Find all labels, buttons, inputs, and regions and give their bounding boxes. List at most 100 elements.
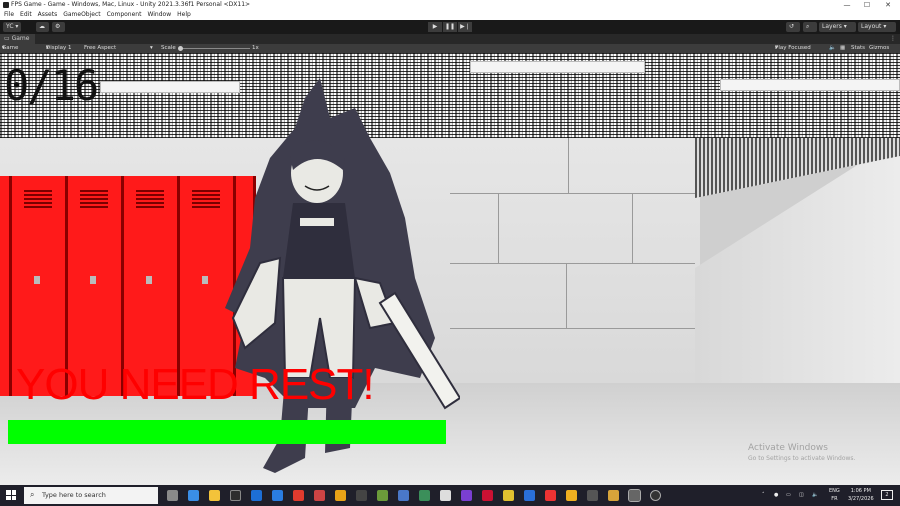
history-icon[interactable]: ↺ (786, 22, 800, 32)
menu-gameobject[interactable]: GameObject (63, 10, 100, 20)
clock-time: 1:06 PM (850, 488, 871, 494)
volume-icon[interactable]: 🔈 (812, 491, 818, 499)
app-icon[interactable] (524, 490, 535, 501)
app-icon[interactable] (188, 490, 199, 501)
app-icon[interactable] (356, 490, 367, 501)
lang-secondary: FR (831, 496, 838, 502)
ceiling-light (720, 79, 900, 91)
step-button[interactable]: ▶❘ (458, 22, 472, 32)
tab-game[interactable]: ▭ Game (0, 34, 36, 44)
mute-icon[interactable]: 🔈 (829, 44, 836, 53)
layout-label: Layout (861, 23, 882, 30)
aspect-chevron-icon[interactable]: ▾ (150, 44, 153, 53)
tab-game-label: Game (11, 35, 30, 42)
grid-icon[interactable]: ▦ (840, 44, 845, 53)
network-icon[interactable]: ◫ (799, 491, 804, 499)
locker (0, 176, 12, 396)
collectible-counter: 0/16 (4, 61, 99, 110)
app-icon[interactable] (272, 490, 283, 501)
scale-slider-knob[interactable] (178, 46, 183, 51)
minimize-button[interactable]: — (836, 0, 858, 10)
menu-window[interactable]: Window (147, 10, 171, 20)
game-view[interactable]: 0/16 YOU NEED REST! Activate Windows Go … (0, 53, 900, 485)
tab-menu-icon[interactable]: ⋮ (890, 34, 896, 44)
scale-value: 1x (252, 45, 259, 51)
clock[interactable]: 1:06 PM 3/27/2026 (848, 487, 874, 503)
app-icon[interactable] (566, 490, 577, 501)
app-icon[interactable] (461, 490, 472, 501)
app-icon[interactable] (650, 490, 661, 501)
taskbar-search-input[interactable]: ⌕ Type here to search (24, 487, 158, 504)
layers-label: Layers (822, 23, 842, 30)
mail-icon[interactable] (251, 490, 262, 501)
layers-dropdown[interactable]: Layers ▾ (819, 22, 856, 32)
activation-watermark-title: Activate Windows (748, 443, 828, 453)
app-icon[interactable] (440, 490, 451, 501)
file-explorer-icon[interactable] (209, 490, 220, 501)
stamina-fill (8, 420, 446, 444)
app-icon[interactable] (314, 490, 325, 501)
play-focused-dropdown[interactable]: Play Focused ▾ (775, 44, 811, 53)
app-icon[interactable] (419, 490, 430, 501)
menu-help[interactable]: Help (177, 10, 191, 20)
account-dropdown[interactable]: YC ▾ (3, 22, 22, 32)
unity-icon (3, 2, 9, 8)
window-title: FPS Game - Game - Windows, Mac, Linux - … (11, 1, 251, 8)
input-language[interactable]: ENG FR (829, 487, 840, 503)
wall-line (450, 193, 695, 194)
play-focused-label: Play Focused (775, 45, 811, 51)
scale-slider-track[interactable] (180, 48, 250, 49)
wall-line (498, 193, 499, 263)
display-dropdown[interactable]: Display 1 ▾ (46, 44, 72, 53)
app-icon[interactable] (587, 490, 598, 501)
close-button[interactable]: ✕ (877, 0, 899, 10)
scale-label: Scale (161, 45, 176, 51)
app-icon[interactable] (293, 490, 304, 501)
collab-icon[interactable]: ⚙ (52, 22, 65, 32)
app-icon[interactable] (545, 490, 556, 501)
stamina-bar (8, 420, 446, 444)
task-view-icon[interactable] (167, 490, 178, 501)
taskbar-apps (162, 485, 666, 506)
need-rest-message: YOU NEED REST! (16, 360, 375, 409)
search-icon[interactable]: ⌕ (803, 22, 817, 32)
lang-primary: ENG (829, 488, 840, 494)
menu-file[interactable]: File (4, 10, 14, 20)
store-icon[interactable] (230, 490, 241, 501)
layout-dropdown[interactable]: Layout ▾ (858, 22, 896, 32)
microphone-icon[interactable]: ● (774, 491, 778, 499)
app-icon[interactable] (398, 490, 409, 501)
windows-start-icon[interactable] (6, 490, 16, 500)
gizmos-toggle[interactable]: Gizmos (869, 44, 889, 53)
app-icon[interactable] (503, 490, 514, 501)
app-icon[interactable] (377, 490, 388, 501)
search-icon: ⌕ (30, 490, 35, 499)
cloud-icon[interactable]: ☁ (36, 22, 49, 32)
menu-component[interactable]: Component (107, 10, 142, 20)
mode-dropdown[interactable]: Game ▾ (2, 44, 18, 53)
menu-assets[interactable]: Assets (38, 10, 58, 20)
menu-edit[interactable]: Edit (20, 10, 32, 20)
battery-icon[interactable]: ▭ (786, 491, 791, 499)
app-icon[interactable] (335, 490, 346, 501)
taskbar: ⌕ Type here to search ˄ ● ▭ ◫ 🔈 ENG FR 1… (0, 485, 900, 506)
play-button[interactable]: ▶ (428, 22, 442, 32)
wall-line (450, 328, 695, 329)
tab-bar: ▭ Game ⋮ (0, 34, 900, 44)
play-controls: ▶ ❚❚ ▶❘ (428, 22, 472, 32)
app-icon[interactable] (608, 490, 619, 501)
app-icon[interactable] (482, 490, 493, 501)
wall-line (566, 263, 567, 328)
unity-taskbar-icon[interactable] (628, 489, 641, 502)
notification-icon[interactable]: 2 (881, 490, 893, 500)
display-label: Display 1 (46, 45, 72, 51)
activation-watermark-hint: Go to Settings to activate Windows. (748, 455, 856, 462)
game-view-controls: Game ▾ Display 1 ▾ Free Aspect ▾ Scale 1… (0, 44, 900, 53)
aspect-label: Free Aspect (84, 45, 117, 51)
tray-chevron-icon[interactable]: ˄ (762, 491, 765, 499)
search-placeholder: Type here to search (42, 491, 106, 499)
pause-button[interactable]: ❚❚ (443, 22, 457, 32)
ceiling-light (470, 61, 645, 73)
stats-toggle[interactable]: Stats (851, 44, 865, 53)
maximize-button[interactable]: ☐ (856, 0, 878, 10)
